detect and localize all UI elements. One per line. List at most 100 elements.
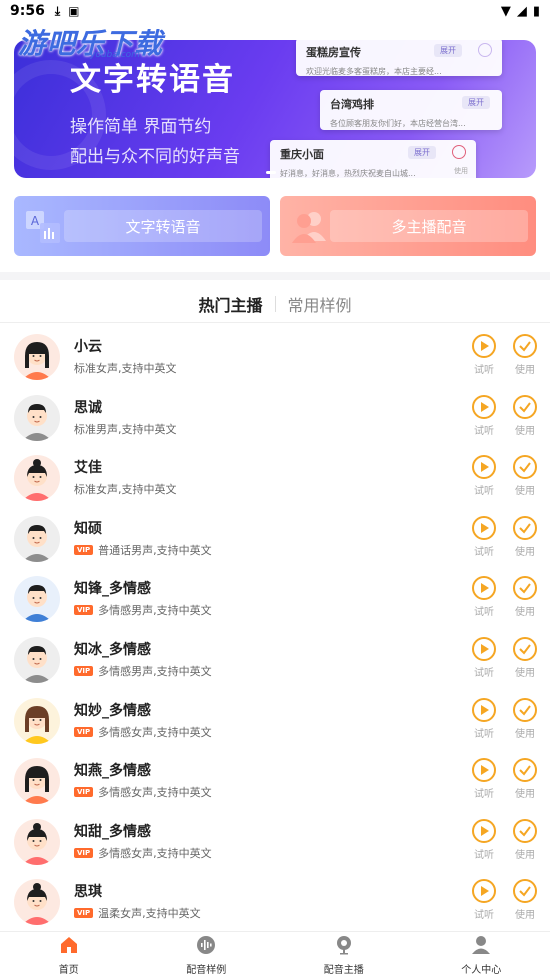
tab-hot-anchors[interactable]: 热门主播 [186,292,274,316]
preview-button[interactable]: 试听 [471,758,497,800]
nav-profile[interactable]: 个人中心 [413,932,550,979]
preview-button[interactable]: 试听 [471,576,497,618]
banner-card-cake: 蛋糕房宣传 展开 欢迎光临麦多客蛋糕房，本店主要经... [296,40,502,76]
play-icon [472,394,496,419]
preview-label: 试听 [474,486,494,498]
preview-button[interactable]: 试听 [471,879,497,921]
anchor-row[interactable]: 知甜_多情感 VIP 多情感女声,支持中英文 试听 使用 [0,815,550,876]
anchor-row[interactable]: 小云 标准女声,支持中英文 试听 使用 [0,330,550,391]
avatar [14,576,60,623]
use-button[interactable]: 使用 [512,576,538,618]
anchor-description: VIP 多情感男声,支持中英文 [74,602,212,618]
anchor-row[interactable]: 知硕 VIP 普通话男声,支持中英文 试听 使用 [0,512,550,573]
anchor-name: 思琪 [74,884,102,901]
avatar [14,334,60,380]
nav-profile-label: 个人中心 [461,965,502,976]
wifi-icon: ▼ [500,3,511,19]
vip-badge: VIP [74,544,94,555]
vip-badge: VIP [74,847,94,858]
anchor-desc-text: 多情感男声,支持中英文 [98,604,212,618]
check-icon [513,455,537,480]
anchor-name: 知硕 [74,520,102,537]
banner-card-expand: 展开 [434,44,462,57]
avatar [14,455,60,502]
anchor-description: VIP 普通话男声,支持中英文 [74,542,212,558]
banner-card-noodle: 重庆小面 展开 好消息，好消息，热烈庆祝麦自山城... 使用 [270,140,476,178]
play-icon [472,334,496,358]
multi-anchor-button[interactable]: 多主播配音 [280,196,536,256]
anchor-name: 知冰_多情感 [74,641,151,658]
preview-button[interactable]: 试听 [471,636,497,679]
battery-icon: ▮ [532,3,540,19]
preview-button[interactable]: 试听 [471,818,497,861]
anchor-row[interactable]: 知燕_多情感 VIP 多情感女声,支持中英文 试听 使用 [0,754,550,815]
use-button[interactable]: 使用 [512,636,538,679]
anchor-desc-text: 多情感女声,支持中英文 [98,846,212,860]
nav-dubbing-anchors[interactable]: 配音主播 [275,932,413,979]
anchor-row[interactable]: 知冰_多情感 VIP 多情感男声,支持中英文 试听 使用 [0,633,550,694]
preview-button[interactable]: 试听 [471,455,497,497]
use-label: 使用 [515,789,535,801]
preview-label: 试听 [474,546,494,558]
nav-home[interactable]: 首页 [0,932,138,979]
preview-label: 试听 [474,607,494,619]
use-button[interactable]: 使用 [512,394,538,437]
anchor-row[interactable]: 思诚 标准男声,支持中英文 试听 使用 [0,391,550,452]
play-icon [472,697,496,722]
check-icon [513,879,537,904]
use-button[interactable]: 使用 [512,818,538,861]
preview-button[interactable]: 试听 [471,394,497,437]
use-label: 使用 [515,425,535,437]
anchor-description: VIP 多情感男声,支持中英文 [74,663,212,679]
play-icon [472,879,496,904]
preview-label: 试听 [474,365,494,376]
tabs-underline [0,322,550,323]
text-to-speech-button[interactable]: A 文字转语音 [14,196,270,256]
preview-button[interactable]: 试听 [471,334,497,376]
waveform-icon [196,935,216,959]
use-label: 使用 [515,546,535,558]
app-screen: 9:56 ⤓ ▣ ▼ ◢ ▮ 文字转语音 操作简单 界面节约 配出与众不同的好声… [0,0,550,979]
anchor-row[interactable]: 思琪 VIP 温柔女声,支持中英文 试听 使用 [0,875,550,936]
anchor-row[interactable]: 艾佳 标准女声,支持中英文 试听 使用 [0,451,550,512]
banner-subtitle-1: 操作简单 界面节约 [70,117,212,137]
use-button[interactable]: 使用 [512,758,538,800]
preview-button[interactable]: 试听 [471,697,497,740]
anchor-description: 标准女声,支持中英文 [74,360,177,376]
avatar [14,697,60,744]
play-icon [472,515,496,540]
use-label: 使用 [515,365,535,376]
vip-badge: VIP [74,787,94,798]
watermark-url: youba.com [90,50,140,60]
preview-button[interactable]: 试听 [471,515,497,558]
check-icon [513,515,537,540]
use-button[interactable]: 使用 [512,455,538,497]
play-icon [472,455,496,480]
check-icon [452,145,466,159]
use-button[interactable]: 使用 [512,879,538,921]
anchor-row[interactable]: 知妙_多情感 VIP 多情感女声,支持中英文 试听 使用 [0,694,550,755]
use-button[interactable]: 使用 [512,334,538,376]
nav-dubbing-samples-label: 配音样例 [186,965,227,976]
anchor-tabs: 热门主播 常用样例 [0,286,550,322]
avatar [14,818,60,865]
check-icon [513,334,537,358]
tab-common-samples[interactable]: 常用样例 [276,292,364,316]
anchor-name: 思诚 [74,399,102,416]
play-icon [472,758,496,783]
anchor-name: 知锋_多情感 [74,581,151,598]
banner-card-text: 各位顾客朋友你们好，本店经营台湾... [330,119,466,128]
preview-label: 试听 [474,728,494,740]
anchor-description: 标准女声,支持中英文 [74,481,177,497]
preview-label: 试听 [474,789,494,801]
play-icon [472,636,496,661]
nav-dubbing-samples[interactable]: 配音样例 [138,932,276,979]
anchor-row[interactable]: 知锋_多情感 VIP 多情感男声,支持中英文 试听 使用 [0,572,550,633]
use-button[interactable]: 使用 [512,697,538,740]
play-icon [472,818,496,843]
use-label: 使用 [515,910,535,922]
notification-icon: ▣ [68,4,80,18]
use-button[interactable]: 使用 [512,515,538,558]
check-icon [478,43,492,57]
banner-card-title: 蛋糕房宣传 [306,46,361,59]
